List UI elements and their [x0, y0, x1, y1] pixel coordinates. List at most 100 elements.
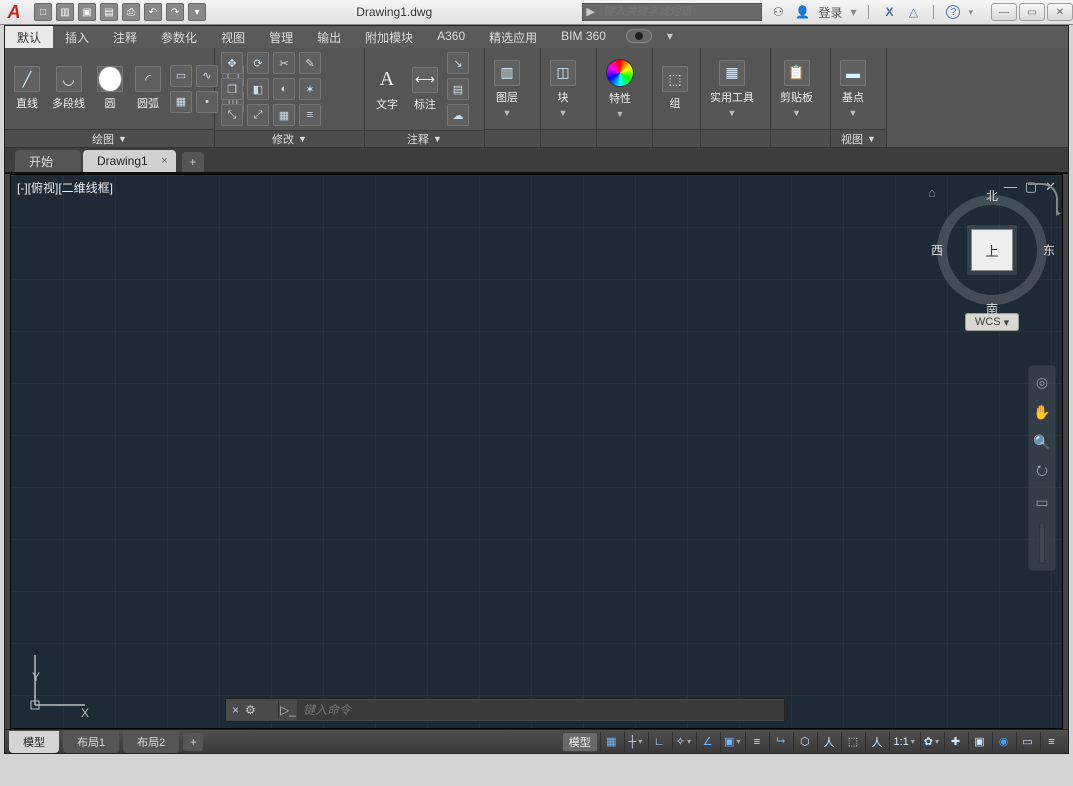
rotate-icon[interactable]: ⟳	[247, 52, 269, 74]
save-icon[interactable]: ▣	[78, 3, 96, 21]
polyline-button[interactable]: ◡多段线	[49, 64, 88, 113]
tab-start[interactable]: 开始	[15, 150, 81, 172]
ribbon-state-toggle[interactable]	[626, 29, 652, 43]
lineweight-icon[interactable]: ≡	[745, 732, 767, 752]
clean-screen-icon[interactable]: ▭	[1016, 732, 1038, 752]
clipboard-button[interactable]: 📋剪贴板▼	[777, 58, 816, 120]
leader-icon[interactable]: ↘	[447, 52, 469, 74]
block-button[interactable]: ◫块▼	[547, 58, 579, 120]
tab-featured[interactable]: 精选应用	[477, 26, 549, 48]
grid-icon[interactable]: ▦	[600, 732, 622, 752]
cmd-close-icon[interactable]: ×	[232, 703, 239, 717]
app-logo[interactable]: A	[0, 0, 28, 24]
new-icon[interactable]: □	[34, 3, 52, 21]
add-tab-button[interactable]: +	[182, 152, 204, 172]
compass-east[interactable]: 东	[1043, 242, 1055, 259]
tab-parametric[interactable]: 参数化	[149, 26, 209, 48]
properties-button[interactable]: 特性▼	[603, 57, 637, 121]
tab-a360[interactable]: A360	[425, 26, 477, 48]
panel-draw-title[interactable]: 绘图▼	[5, 129, 214, 147]
stretch-icon[interactable]: ⤡	[221, 104, 243, 126]
tab-layout1[interactable]: 布局1	[63, 731, 119, 753]
zoom-extents-icon[interactable]: 🔍	[1032, 432, 1052, 452]
ribbon-minimize-icon[interactable]: ▾	[660, 26, 680, 48]
erase-icon[interactable]: ✎	[299, 52, 321, 74]
add-layout-button[interactable]: +	[183, 733, 203, 751]
layer-button[interactable]: ▥图层▼	[491, 58, 523, 120]
dimension-button[interactable]: ⟷标注	[409, 65, 441, 114]
signin-icon[interactable]: 👤	[794, 4, 810, 20]
scale-icon[interactable]: ⤢	[247, 104, 269, 126]
close-tab-icon[interactable]: ×	[161, 155, 167, 167]
search-input[interactable]	[603, 6, 761, 18]
drawing-area[interactable]: [-][俯视][二维线框] — ▢ ✕ ⌂ 北 南 西 东 上 WCS ▾ ◎ …	[10, 174, 1063, 729]
tab-addins[interactable]: 附加模块	[353, 26, 425, 48]
selection-filter-icon[interactable]: ⬚	[841, 732, 863, 752]
compass[interactable]: 北 南 西 东 上	[937, 195, 1047, 305]
tab-manage[interactable]: 管理	[257, 26, 305, 48]
annoscale-icon[interactable]: 人	[865, 732, 887, 752]
tab-layout2[interactable]: 布局2	[123, 731, 179, 753]
polar-icon[interactable]: ✧▾	[672, 732, 694, 752]
copy-icon[interactable]: ❐	[221, 78, 243, 100]
move-icon[interactable]: ✥	[221, 52, 243, 74]
cloud-icon[interactable]: ☁	[447, 104, 469, 126]
customize-icon[interactable]: ≡	[1040, 732, 1062, 752]
cmd-config-icon[interactable]: ⚙	[245, 703, 256, 717]
command-input[interactable]	[297, 700, 784, 720]
print-icon[interactable]: ⎙	[122, 3, 140, 21]
command-line[interactable]: ×⚙ ▷_	[225, 698, 785, 722]
navbar-handle[interactable]	[1039, 522, 1045, 564]
cycling-icon[interactable]: ⮡	[769, 732, 791, 752]
dynamic-ucs-icon[interactable]: 人	[817, 732, 839, 752]
exchange-a-icon[interactable]: △	[905, 4, 921, 20]
snap-icon[interactable]: ┼▾	[624, 732, 646, 752]
tab-annotate[interactable]: 注释	[101, 26, 149, 48]
circle-button[interactable]: 圆	[94, 64, 126, 113]
search-box[interactable]: ▶	[582, 3, 762, 21]
qat-more-icon[interactable]: ▾	[188, 3, 206, 21]
osnap-icon[interactable]: ▣▾	[720, 732, 743, 752]
maximize-button[interactable]: ▭	[1019, 3, 1045, 21]
mirror-icon[interactable]: ◧	[247, 78, 269, 100]
signin-label[interactable]: 登录	[818, 4, 842, 21]
infocenter-icon[interactable]: ⚇	[770, 4, 786, 20]
pan-icon[interactable]: ✋	[1032, 402, 1052, 422]
arc-button[interactable]: ◜圆弧	[132, 64, 164, 113]
isolation-icon[interactable]: ▣	[968, 732, 990, 752]
tab-model[interactable]: 模型	[9, 731, 59, 753]
tab-output[interactable]: 输出	[305, 26, 353, 48]
table-icon[interactable]: ▤	[447, 78, 469, 100]
scale-label[interactable]: 1:1▾	[889, 732, 917, 752]
utilities-button[interactable]: ▦实用工具▼	[707, 58, 757, 120]
compass-north[interactable]: 北	[986, 187, 998, 204]
compass-south[interactable]: 南	[986, 300, 998, 317]
explode-icon[interactable]: ✶	[299, 78, 321, 100]
full-nav-wheel-icon[interactable]: ◎	[1032, 372, 1052, 392]
panel-modify-title[interactable]: 修改▼	[215, 130, 364, 147]
trim-icon[interactable]: ✂	[273, 52, 295, 74]
minimize-button[interactable]: —	[991, 3, 1017, 21]
saveas-icon[interactable]: ▤	[100, 3, 118, 21]
exchange-x-icon[interactable]: X	[881, 4, 897, 20]
hardware-accel-icon[interactable]: ◉	[992, 732, 1014, 752]
offset-icon[interactable]: ≡	[299, 104, 321, 126]
orbit-icon[interactable]: ⭮	[1032, 462, 1052, 482]
close-button[interactable]: ✕	[1047, 3, 1073, 21]
status-model[interactable]: 模型	[562, 732, 598, 752]
array-icon[interactable]: ▦	[273, 104, 295, 126]
compass-west[interactable]: 西	[931, 242, 943, 259]
group-button[interactable]: ⬚组	[659, 64, 691, 113]
text-button[interactable]: A文字	[371, 65, 403, 114]
redo-icon[interactable]: ↷	[166, 3, 184, 21]
view-cube[interactable]: ⌂ 北 南 西 东 上 WCS ▾	[932, 185, 1052, 331]
rect-icon[interactable]: ▭	[170, 65, 192, 87]
tab-default[interactable]: 默认	[5, 26, 53, 48]
annotation-monitor-icon[interactable]: ✚	[944, 732, 966, 752]
viewport-label[interactable]: [-][俯视][二维线框]	[17, 179, 113, 196]
home-icon[interactable]: ⌂	[928, 185, 936, 200]
basepoint-button[interactable]: ▬基点▼	[837, 58, 869, 120]
hatch-icon[interactable]: ▦	[170, 91, 192, 113]
tab-bim360[interactable]: BIM 360	[549, 26, 618, 48]
undo-icon[interactable]: ↶	[144, 3, 162, 21]
